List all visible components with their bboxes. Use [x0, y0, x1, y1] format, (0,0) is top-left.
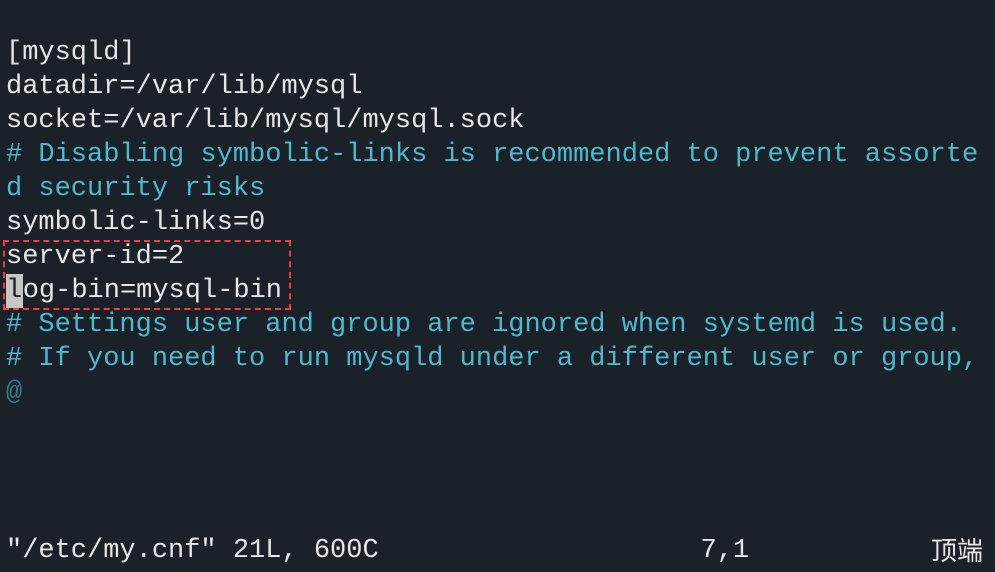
editor-viewport[interactable]: [mysqld] datadir=/var/lib/mysql socket=/…: [0, 0, 995, 444]
vim-status-bar: "/etc/my.cnf" 21L, 600C 7,1 顶端: [0, 534, 995, 572]
status-file-info: "/etc/my.cnf" 21L, 600C: [6, 534, 379, 568]
text-cursor: l: [6, 274, 23, 308]
vim-continuation-marker: @: [6, 378, 22, 408]
config-line-logbin-rest: og-bin=mysql-bin: [23, 276, 282, 306]
config-line-datadir: datadir=/var/lib/mysql: [6, 72, 362, 102]
config-line-logbin: log-bin=mysql-bin: [6, 276, 282, 306]
status-scroll-location: 顶端: [931, 534, 989, 568]
config-comment-settings: # Settings user and group are ignored wh…: [6, 310, 962, 340]
config-comment-ifneed: # If you need to run mysqld under a diff…: [6, 344, 978, 374]
config-comment-symlink: # Disabling symbolic-links is recommende…: [6, 140, 978, 204]
config-line-server-id: server-id=2: [6, 242, 184, 272]
status-cursor-position: 7,1: [379, 534, 931, 568]
config-section-header: [mysqld]: [6, 38, 136, 68]
config-line-socket: socket=/var/lib/mysql/mysql.sock: [6, 106, 524, 136]
config-line-symlinks: symbolic-links=0: [6, 208, 265, 238]
